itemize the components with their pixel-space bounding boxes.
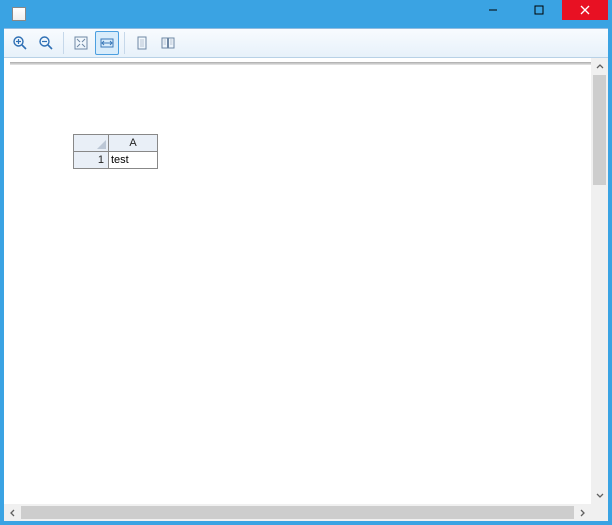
single-page-button[interactable] — [130, 31, 154, 55]
chevron-left-icon — [9, 509, 17, 517]
fit-page-icon — [73, 35, 89, 51]
toolbar — [4, 29, 608, 58]
app-icon — [12, 7, 26, 21]
scroll-up-button[interactable] — [591, 58, 608, 75]
zoom-in-button[interactable] — [8, 31, 32, 55]
chevron-down-icon — [596, 492, 604, 500]
horizontal-scrollbar[interactable] — [4, 504, 591, 521]
facing-pages-icon — [160, 35, 176, 51]
preview-page: A 1 test — [10, 66, 591, 502]
toolbar-separator — [124, 32, 125, 54]
row-header: 1 — [74, 152, 109, 169]
vertical-scrollbar[interactable] — [591, 58, 608, 504]
titlebar[interactable] — [4, 0, 608, 28]
single-page-icon — [134, 35, 150, 51]
maximize-icon — [534, 5, 544, 15]
fit-width-icon — [99, 35, 115, 51]
client-area: A 1 test — [4, 28, 608, 521]
select-all-corner — [74, 135, 109, 152]
scroll-down-button[interactable] — [591, 487, 608, 504]
chevron-up-icon — [596, 63, 604, 71]
scroll-corner — [591, 504, 608, 521]
fit-page-button[interactable] — [69, 31, 93, 55]
preview-area: A 1 test — [4, 58, 608, 521]
scroll-right-button[interactable] — [574, 504, 591, 521]
chevron-right-icon — [579, 509, 587, 517]
minimize-icon — [488, 5, 498, 15]
close-button[interactable] — [562, 0, 608, 20]
zoom-out-button[interactable] — [34, 31, 58, 55]
app-window: A 1 test — [4, 0, 608, 521]
fit-width-button[interactable] — [95, 31, 119, 55]
zoom-in-icon — [12, 35, 28, 51]
header-row: A — [74, 135, 158, 152]
toolbar-separator — [63, 32, 64, 54]
page-viewport[interactable]: A 1 test — [10, 60, 591, 504]
cell: test — [109, 152, 158, 169]
scroll-left-button[interactable] — [4, 504, 21, 521]
maximize-button[interactable] — [516, 0, 562, 20]
zoom-out-icon — [38, 35, 54, 51]
spreadsheet-preview: A 1 test — [73, 134, 158, 169]
table-row: 1 test — [74, 152, 158, 169]
vertical-scroll-thumb[interactable] — [593, 75, 606, 185]
close-icon — [580, 5, 590, 15]
minimize-button[interactable] — [470, 0, 516, 20]
column-header: A — [109, 135, 158, 152]
facing-pages-button[interactable] — [156, 31, 180, 55]
window-controls — [470, 0, 608, 20]
page-ruler — [10, 62, 591, 65]
horizontal-scroll-thumb[interactable] — [21, 506, 574, 519]
